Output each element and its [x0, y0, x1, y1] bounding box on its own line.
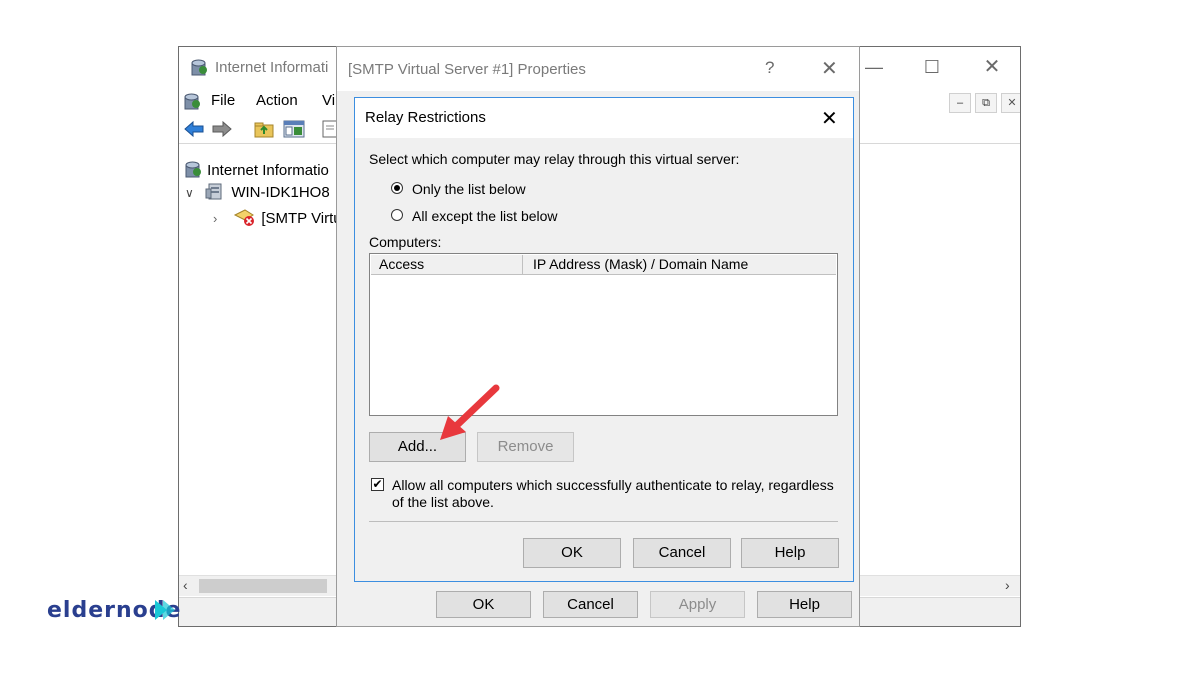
help-question-icon[interactable]: ?	[765, 58, 774, 78]
relay-ok-button[interactable]: OK	[523, 538, 621, 568]
console-tree: Internet Informatio ∨ WIN-IDK1HO8 › [SMT…	[179, 151, 342, 581]
iis-root-icon	[185, 161, 201, 178]
mmc-menu-icon	[184, 93, 200, 110]
menu-action[interactable]: Action	[256, 92, 298, 109]
iis-close-button[interactable]: ✕	[969, 53, 1015, 81]
back-arrow-icon[interactable]	[183, 120, 205, 138]
properties-dialog-title: [SMTP Virtual Server #1] Properties	[348, 61, 586, 78]
tree-item-server[interactable]: ∨ WIN-IDK1HO8	[185, 181, 330, 201]
tree-item-iis-root[interactable]: Internet Informatio	[183, 159, 329, 179]
scrollbar-thumb[interactable]	[199, 579, 327, 593]
iis-app-icon	[191, 59, 207, 76]
scroll-left-icon[interactable]: ‹	[183, 577, 188, 593]
relay-close-icon[interactable]: ✕	[821, 106, 838, 131]
up-folder-icon[interactable]	[253, 120, 275, 138]
authenticate-relay-label-line1[interactable]: Allow all computers which successfully a…	[392, 477, 834, 493]
annotation-arrow-icon	[440, 384, 500, 440]
properties-title-bar[interactable]: [SMTP Virtual Server #1] Properties ? ✕	[337, 47, 859, 91]
chevron-right-icon[interactable]: ›	[213, 211, 229, 226]
properties-help-button[interactable]: Help	[757, 591, 852, 618]
radio-all-except[interactable]	[391, 209, 403, 221]
properties-apply-button[interactable]: Apply	[650, 591, 745, 618]
column-header-access[interactable]: Access	[371, 255, 523, 275]
relay-dialog-title: Relay Restrictions	[365, 109, 486, 126]
menu-view[interactable]: Vi	[322, 92, 335, 109]
show-hide-console-tree-icon[interactable]	[283, 120, 305, 138]
tree-item-smtp-server[interactable]: › [SMTP Virtu	[213, 207, 342, 227]
properties-close-icon[interactable]: ✕	[821, 56, 838, 81]
separator-line	[369, 521, 838, 522]
smtp-stopped-icon	[234, 209, 255, 226]
properties-ok-button[interactable]: OK	[436, 591, 531, 618]
relay-help-button[interactable]: Help	[741, 538, 839, 568]
mdi-restore-button[interactable]: ⧉	[975, 93, 997, 113]
relay-prompt-label: Select which computer may relay through …	[369, 151, 740, 167]
forward-arrow-icon[interactable]	[211, 120, 233, 138]
chevron-down-icon[interactable]: ∨	[185, 186, 201, 200]
tree-item-label: WIN-IDK1HO8	[231, 184, 330, 201]
computers-label: Computers:	[369, 234, 442, 250]
menu-file[interactable]: File	[211, 92, 235, 109]
iis-maximize-button[interactable]: ☐	[909, 53, 955, 81]
relay-cancel-button[interactable]: Cancel	[633, 538, 731, 568]
iis-window-title: Internet Informati	[215, 59, 329, 76]
radio-all-except-label[interactable]: All except the list below	[412, 208, 558, 224]
authenticate-relay-label-line2[interactable]: of the list above.	[392, 494, 494, 510]
mdi-close-button[interactable]: ✕	[1001, 93, 1020, 113]
relay-title-bar[interactable]: Relay Restrictions ✕	[355, 98, 853, 138]
eldernode-logo-arrow-icon	[155, 600, 175, 620]
relay-restrictions-dialog: Relay Restrictions ✕ Select which comput…	[354, 97, 854, 582]
column-header-ip-domain[interactable]: IP Address (Mask) / Domain Name	[523, 255, 836, 275]
properties-cancel-button[interactable]: Cancel	[543, 591, 638, 618]
scroll-right-icon[interactable]: ›	[1005, 577, 1010, 593]
radio-only-list[interactable]	[391, 182, 403, 194]
tree-item-label: Internet Informatio	[207, 162, 329, 179]
authenticate-relay-checkbox[interactable]: ✔	[371, 478, 384, 491]
radio-only-list-label[interactable]: Only the list below	[412, 181, 526, 197]
server-icon	[205, 183, 222, 200]
mdi-minimize-button[interactable]: –	[949, 93, 971, 113]
tree-item-label: [SMTP Virtu	[261, 210, 342, 227]
